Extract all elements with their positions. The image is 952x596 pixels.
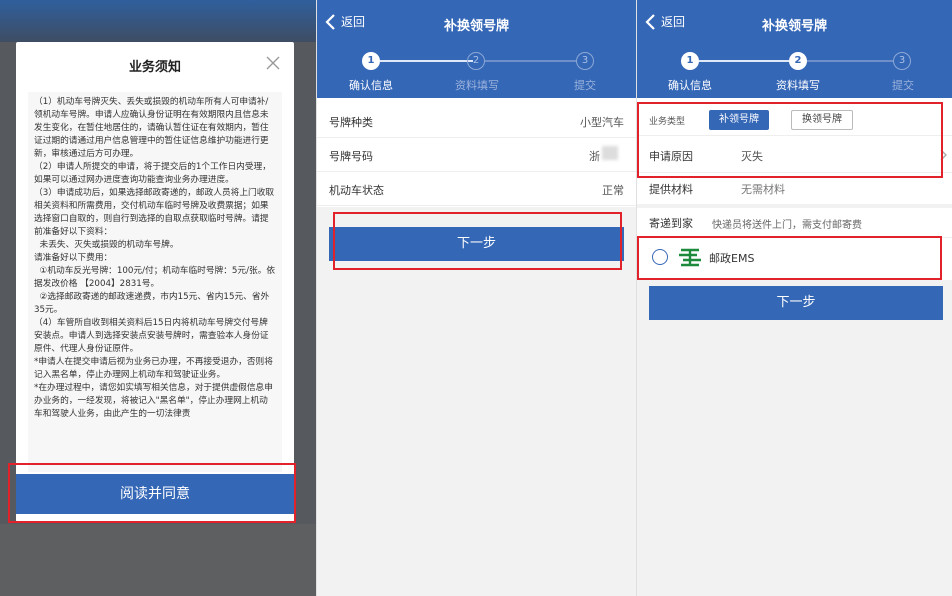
info-row-vehicle-status: 机动车状态 正常 [317, 172, 636, 206]
step-indicator: 1 2 3 确认信息 资料填写 提交 [637, 46, 952, 98]
material-value: 无需材料 [741, 183, 785, 196]
page-title: 补换领号牌 [761, 19, 827, 34]
step-3-label: 提交 [574, 79, 596, 92]
step-line [807, 60, 893, 62]
notice-text: （1）机动车号牌灭失、丢失或损毁的机动车所有人可申请补/领机动车号牌。申请人应确… [28, 92, 282, 472]
row-value: 浙 [589, 150, 600, 163]
fill-info-panel: 返回 补换领号牌 1 2 3 确认信息 资料填写 提交 业务类型 补领号牌 换领… [636, 0, 952, 596]
footer-backdrop [0, 524, 316, 596]
step-line [699, 60, 789, 62]
step-3: 3 [576, 52, 594, 70]
step-line [485, 60, 576, 62]
step-indicator: 1 2 3 确认信息 资料填写 提交 [317, 46, 636, 98]
delivery-row: 寄递到家 快递员将送件上门，需支付邮寄费 [637, 208, 952, 238]
notice-panel: 业务须知 （1）机动车号牌灭失、丢失或损毁的机动车所有人可申请补/领机动车号牌。… [0, 0, 316, 596]
step-2: 2 [467, 52, 485, 70]
step-2-label: 资料填写 [455, 79, 499, 92]
redacted-mark [602, 146, 618, 160]
step-1: 1 [362, 52, 380, 70]
nav-header: 返回 补换领号牌 [317, 0, 636, 46]
next-button[interactable]: 下一步 [649, 286, 943, 320]
info-row-plate-number: 号牌号码 浙 [317, 138, 636, 172]
row-key: 寄递到家 [649, 217, 693, 230]
row-key: 机动车状态 [329, 184, 384, 197]
step-2-label: 资料填写 [776, 79, 820, 92]
material-row: 提供材料 无需材料 [637, 174, 952, 204]
notice-paragraph: ②选择邮政寄递的邮政速递费，市内15元、省内15元、省外35元。 [34, 292, 270, 315]
modal-title: 业务须知 [128, 60, 181, 75]
step-line [380, 60, 473, 62]
confirm-info-panel: 返回 补换领号牌 1 2 3 确认信息 资料填写 提交 号牌种类 小型汽车 号牌… [316, 0, 636, 596]
row-value: 小型汽车 [580, 116, 624, 129]
highlight-box [637, 236, 942, 280]
notice-paragraph: （1）机动车号牌灭失、丢失或损毁的机动车所有人可申请补/领机动车号牌。申请人应确… [34, 97, 269, 159]
step-2: 2 [789, 52, 807, 70]
notice-paragraph: ①机动车反光号牌：100元/付；机动车临时号牌：5元/张。依据发改价格 【200… [34, 266, 276, 289]
highlight-box [8, 463, 296, 523]
background-area [637, 280, 952, 596]
notice-modal: 业务须知 （1）机动车号牌灭失、丢失或损毁的机动车所有人可申请补/领机动车号牌。… [16, 42, 294, 522]
step-1-label: 确认信息 [349, 79, 393, 92]
delivery-hint: 快递员将送件上门，需支付邮寄费 [712, 220, 862, 231]
highlight-box [637, 102, 943, 178]
info-row-plate-type: 号牌种类 小型汽车 [317, 104, 636, 138]
nav-header: 返回 补换领号牌 [637, 0, 952, 46]
notice-paragraph: 未丢失、灭失或损毁的机动车号牌。 [34, 240, 179, 250]
header-backdrop [0, 0, 316, 42]
notice-paragraph: （2）申请人所提交的申请，将于提交后的1个工作日内受理，如果可以通过网办进度查询… [34, 162, 271, 185]
row-value: 正常 [602, 184, 624, 197]
step-3-label: 提交 [892, 79, 914, 92]
step-3: 3 [893, 52, 911, 70]
row-key: 提供材料 [649, 183, 693, 196]
step-1-label: 确认信息 [668, 79, 712, 92]
step-1: 1 [681, 52, 699, 70]
row-key: 号牌种类 [329, 116, 373, 129]
notice-paragraph: 请准备好以下费用： [34, 253, 113, 263]
notice-paragraph: *在办理过程中，请您如实填写相关信息，对于提供虚假信息申办业务的，一经发现，将被… [34, 383, 273, 419]
highlight-box [333, 212, 622, 270]
notice-paragraph: *申请人在提交申请后视为业务已办理，不再接受退办，否则将记入黑名单，停止办理网上… [34, 357, 273, 380]
page-title: 补换领号牌 [443, 19, 509, 34]
row-key: 号牌号码 [329, 150, 373, 163]
notice-paragraph: （4）车管所自收到相关资料后15日内将机动车号牌交付号牌安装点。申请人到选择安装… [34, 318, 269, 354]
close-icon[interactable] [264, 54, 282, 72]
notice-paragraph: （3）申请成功后，如果选择邮政寄递的，邮政人员将上门收取相关资料和所需费用，交付… [34, 188, 275, 237]
